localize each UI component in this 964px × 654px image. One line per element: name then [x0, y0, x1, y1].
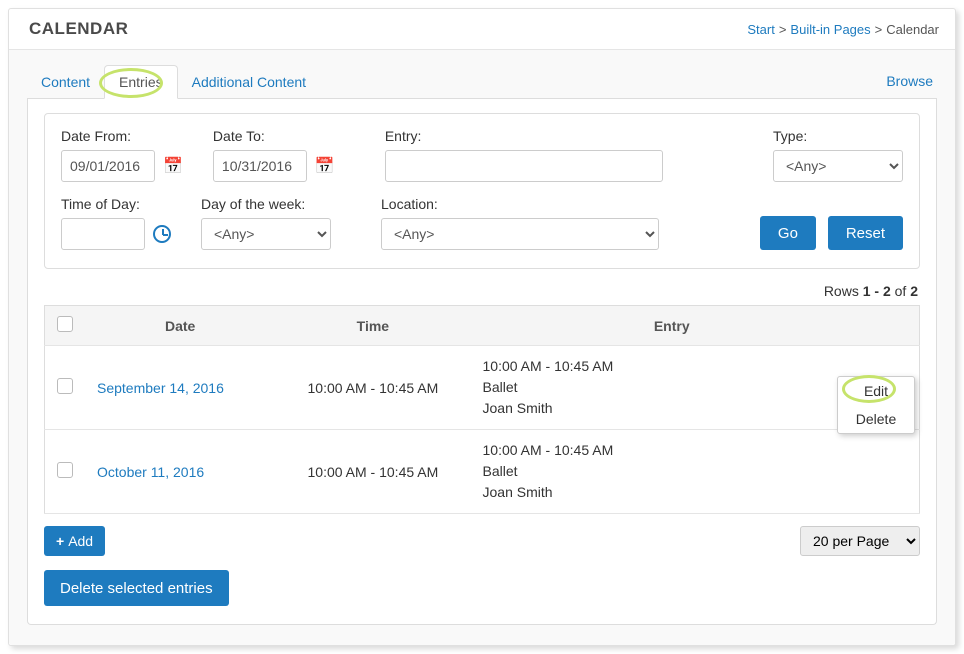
label-time-of-day: Time of Day: — [61, 196, 171, 212]
calendar-icon[interactable]: 📅 — [315, 156, 335, 176]
label-date-from: Date From: — [61, 128, 183, 144]
tab-content[interactable]: Content — [27, 66, 104, 98]
label-day-of-week: Day of the week: — [201, 196, 331, 212]
row-checkbox[interactable] — [57, 462, 73, 478]
type-select[interactable]: <Any> — [773, 150, 903, 182]
day-of-week-select[interactable]: <Any> — [201, 218, 331, 250]
column-entry: Entry — [471, 306, 874, 346]
plus-icon: + — [56, 533, 64, 549]
label-type: Type: — [773, 128, 903, 144]
row-time: 10:00 AM - 10:45 AM — [275, 430, 470, 514]
entries-table: Date Time Entry September 14, 2016 10:00… — [44, 305, 920, 514]
table-row: October 11, 2016 10:00 AM - 10:45 AM 10:… — [45, 430, 920, 514]
add-button[interactable]: +Add — [44, 526, 105, 556]
date-from-input[interactable] — [61, 150, 155, 182]
label-location: Location: — [381, 196, 659, 212]
breadcrumb: Start>Built-in Pages>Calendar — [747, 22, 939, 37]
clock-icon[interactable] — [153, 225, 171, 243]
calendar-icon[interactable]: 📅 — [163, 156, 183, 176]
column-time: Time — [275, 306, 470, 346]
dropdown-delete[interactable]: Delete — [838, 405, 914, 433]
row-entry: 10:00 AM - 10:45 AM Ballet Joan Smith — [471, 346, 874, 430]
entry-input[interactable] — [385, 150, 663, 182]
row-date-link[interactable]: September 14, 2016 — [97, 380, 224, 396]
dropdown-edit[interactable]: Edit — [838, 377, 914, 405]
row-checkbox[interactable] — [57, 378, 73, 394]
breadcrumb-start[interactable]: Start — [747, 22, 774, 37]
tab-entries[interactable]: Entries — [104, 65, 178, 99]
reset-button[interactable]: Reset — [828, 216, 903, 250]
go-button[interactable]: Go — [760, 216, 816, 250]
location-select[interactable]: <Any> — [381, 218, 659, 250]
column-date: Date — [85, 306, 275, 346]
label-entry: Entry: — [385, 128, 663, 144]
rows-info: Rows 1 - 2 of 2 — [44, 283, 918, 299]
delete-selected-button[interactable]: Delete selected entries — [44, 570, 229, 606]
row-entry: 10:00 AM - 10:45 AM Ballet Joan Smith — [471, 430, 874, 514]
filter-panel: Date From: 📅 Date To: 📅 — [44, 113, 920, 269]
row-actions-dropdown: Edit Delete — [837, 376, 915, 434]
label-date-to: Date To: — [213, 128, 335, 144]
browse-link[interactable]: Browse — [882, 65, 937, 97]
date-to-input[interactable] — [213, 150, 307, 182]
table-row: September 14, 2016 10:00 AM - 10:45 AM 1… — [45, 346, 920, 430]
time-of-day-input[interactable] — [61, 218, 145, 250]
tab-additional-content[interactable]: Additional Content — [178, 66, 320, 98]
breadcrumb-builtin[interactable]: Built-in Pages — [790, 22, 870, 37]
row-date-link[interactable]: October 11, 2016 — [97, 464, 204, 480]
row-time: 10:00 AM - 10:45 AM — [275, 346, 470, 430]
breadcrumb-current: Calendar — [886, 22, 939, 37]
select-all-checkbox[interactable] — [57, 316, 73, 332]
per-page-select[interactable]: 20 per Page — [800, 526, 920, 556]
page-title: CALENDAR — [29, 19, 128, 39]
